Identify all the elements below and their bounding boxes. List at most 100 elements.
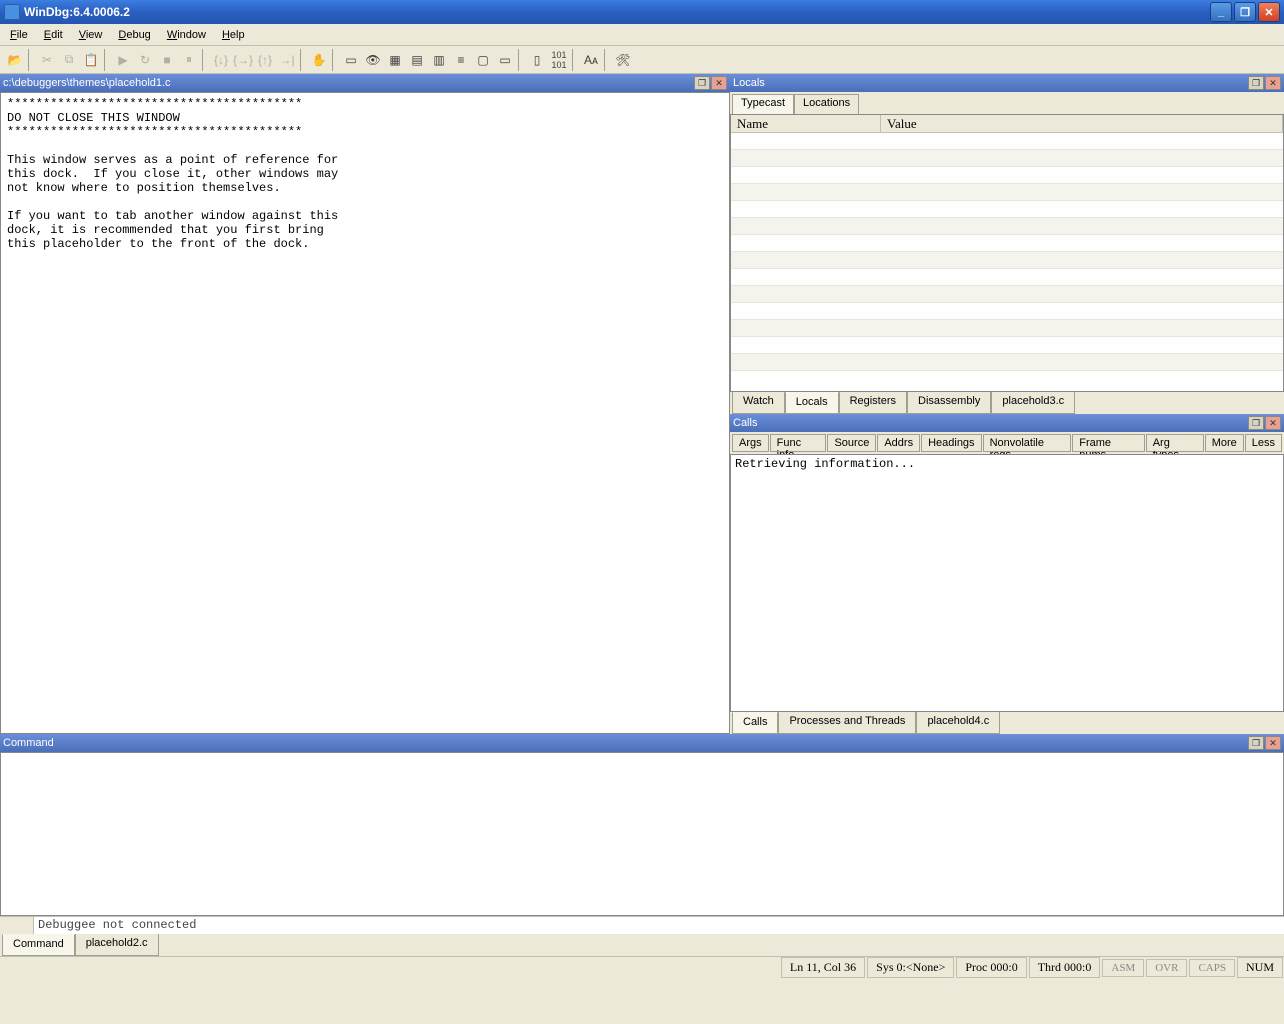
calls-btn-args[interactable]: Args (732, 434, 769, 452)
col-value[interactable]: Value (881, 115, 1283, 132)
menu-view[interactable]: View (71, 27, 111, 43)
restart-icon[interactable]: ↻ (134, 49, 156, 71)
command-window-icon[interactable]: ▭ (340, 49, 362, 71)
locals-pane: Locals ❐ ✕ Typecast Locations Name Value (730, 74, 1284, 414)
pane-close-icon[interactable]: ✕ (711, 76, 727, 90)
menu-help[interactable]: Help (214, 27, 253, 43)
locals-top-tabs: Typecast Locations (730, 92, 1284, 114)
command-output[interactable] (0, 752, 1284, 916)
source-body[interactable]: ****************************************… (0, 92, 730, 734)
pane-restore-icon[interactable]: ❐ (694, 76, 710, 90)
right-pane: Locals ❐ ✕ Typecast Locations Name Value (730, 74, 1284, 734)
pane-close-icon[interactable]: ✕ (1265, 416, 1281, 430)
tab-typecast[interactable]: Typecast (732, 94, 794, 114)
calls-btn-framenums[interactable]: Frame nums (1072, 434, 1144, 452)
locals-grid-rows (731, 133, 1283, 391)
calls-bottom-tabs: Calls Processes and Threads placehold4.c (730, 712, 1284, 734)
disasm-window-icon[interactable]: ▢ (472, 49, 494, 71)
tab-command[interactable]: Command (2, 934, 75, 956)
calls-titlebar: Calls ❐ ✕ (730, 414, 1284, 432)
watch-window-icon[interactable]: 👁 (362, 49, 384, 71)
command-input[interactable]: Debuggee not connected (34, 917, 1284, 934)
binary-icon[interactable]: 101101 (548, 49, 570, 71)
titlebar: WinDbg:6.4.0006.2 _ ❐ ✕ (0, 0, 1284, 24)
status-thrd: Thrd 000:0 (1029, 957, 1101, 978)
status-asm: ASM (1102, 959, 1144, 977)
tab-placehold2[interactable]: placehold2.c (75, 934, 159, 956)
tab-locations[interactable]: Locations (794, 94, 859, 114)
command-input-row: Debuggee not connected (0, 916, 1284, 934)
col-name[interactable]: Name (731, 115, 881, 132)
copy-icon[interactable]: ⧉ (58, 49, 80, 71)
command-title: Command (3, 737, 1247, 749)
command-titlebar: Command ❐ ✕ (0, 734, 1284, 752)
status-num: NUM (1237, 957, 1283, 978)
calls-btn-more[interactable]: More (1205, 434, 1244, 452)
workspace: c:\debuggers\themes\placehold1.c ❐ ✕ ***… (0, 74, 1284, 734)
source-pane-titlebar: c:\debuggers\themes\placehold1.c ❐ ✕ (0, 74, 730, 92)
menu-window[interactable]: Window (159, 27, 214, 43)
pane-restore-icon[interactable]: ❐ (1248, 76, 1264, 90)
tab-locals[interactable]: Locals (785, 392, 839, 414)
calls-btn-argtypes[interactable]: Arg types (1146, 434, 1204, 452)
tab-placehold3[interactable]: placehold3.c (991, 392, 1075, 414)
menu-edit[interactable]: Edit (36, 27, 71, 43)
command-prompt-prefix (0, 917, 34, 934)
pane-restore-icon[interactable]: ❐ (1248, 416, 1264, 430)
pane-close-icon[interactable]: ✕ (1265, 76, 1281, 90)
options-icon[interactable]: 🛠 (612, 49, 634, 71)
status-proc: Proc 000:0 (956, 957, 1026, 978)
close-button[interactable]: ✕ (1258, 2, 1280, 22)
menu-debug[interactable]: Debug (110, 27, 158, 43)
scratch-window-icon[interactable]: ▭ (494, 49, 516, 71)
tab-placehold4[interactable]: placehold4.c (916, 712, 1000, 734)
tab-disassembly[interactable]: Disassembly (907, 392, 991, 414)
calls-btn-source[interactable]: Source (827, 434, 876, 452)
memory-window-icon[interactable]: ▥ (428, 49, 450, 71)
status-caps: CAPS (1189, 959, 1235, 977)
pane-close-icon[interactable]: ✕ (1265, 736, 1281, 750)
step-out-icon[interactable]: {↑} (254, 49, 276, 71)
menu-file[interactable]: File (2, 27, 36, 43)
go-icon[interactable]: ▶ (112, 49, 134, 71)
step-over-icon[interactable]: {→} (232, 49, 254, 71)
status-sys: Sys 0:<None> (867, 957, 954, 978)
locals-window-icon[interactable]: ▦ (384, 49, 406, 71)
stop-icon[interactable]: ■ (156, 49, 178, 71)
menubar: File Edit View Debug Window Help (0, 24, 1284, 46)
calls-toolbar: Args Func info Source Addrs Headings Non… (730, 432, 1284, 454)
calls-btn-headings[interactable]: Headings (921, 434, 981, 452)
calls-btn-less[interactable]: Less (1245, 434, 1282, 452)
cut-icon[interactable]: ✂ (36, 49, 58, 71)
locals-grid[interactable]: Name Value (730, 114, 1284, 392)
tab-registers[interactable]: Registers (839, 392, 907, 414)
calls-btn-nonvolatile[interactable]: Nonvolatile regs (983, 434, 1072, 452)
toolbar: 📂 ✂ ⧉ 📋 ▶ ↻ ■ ⏸ {↓} {→} {↑} →| ✋ ▭ 👁 ▦ ▤… (0, 46, 1284, 74)
break-icon[interactable]: ⏸ (178, 49, 200, 71)
tab-calls[interactable]: Calls (732, 712, 778, 734)
minimize-button[interactable]: _ (1210, 2, 1232, 22)
run-to-cursor-icon[interactable]: →| (276, 49, 298, 71)
calls-body[interactable]: Retrieving information... (730, 454, 1284, 712)
callstack-window-icon[interactable]: ≡ (450, 49, 472, 71)
calls-btn-funcinfo[interactable]: Func info (770, 434, 827, 452)
calls-btn-addrs[interactable]: Addrs (877, 434, 920, 452)
registers-window-icon[interactable]: ▤ (406, 49, 428, 71)
command-pane: Command ❐ ✕ Debuggee not connected Comma… (0, 734, 1284, 956)
open-icon[interactable]: 📂 (4, 49, 26, 71)
command-bottom-tabs: Command placehold2.c (0, 934, 1284, 956)
step-into-icon[interactable]: {↓} (210, 49, 232, 71)
maximize-button[interactable]: ❐ (1234, 2, 1256, 22)
pane-restore-icon[interactable]: ❐ (1248, 736, 1264, 750)
locals-bottom-tabs: Watch Locals Registers Disassembly place… (730, 392, 1284, 414)
source-pane: c:\debuggers\themes\placehold1.c ❐ ✕ ***… (0, 74, 730, 734)
source-mode-icon[interactable]: ▯ (526, 49, 548, 71)
locals-titlebar: Locals ❐ ✕ (730, 74, 1284, 92)
calls-title: Calls (733, 417, 1247, 429)
breakpoint-icon[interactable]: ✋ (308, 49, 330, 71)
status-lncol: Ln 11, Col 36 (781, 957, 865, 978)
tab-watch[interactable]: Watch (732, 392, 785, 414)
font-icon[interactable]: Aᴀ (580, 49, 602, 71)
tab-processes-threads[interactable]: Processes and Threads (778, 712, 916, 734)
paste-icon[interactable]: 📋 (80, 49, 102, 71)
